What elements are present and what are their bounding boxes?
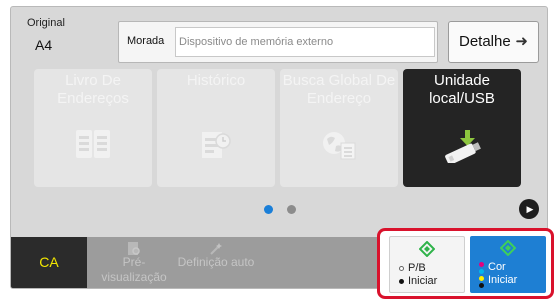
- page-indicator[interactable]: [287, 205, 296, 214]
- page-indicator-active: [264, 205, 273, 214]
- preview-button: Pré-visualização: [95, 237, 173, 288]
- start-diamond-icon: [419, 241, 435, 257]
- address-label: Morada: [127, 35, 165, 47]
- global-address-search-icon: [323, 132, 356, 160]
- ca-button[interactable]: CA: [11, 237, 87, 288]
- white-marker-icon: [399, 266, 404, 271]
- original-size-value: A4: [35, 37, 53, 53]
- history-icon: [202, 132, 231, 158]
- preview-label: Pré-visualização: [101, 255, 167, 284]
- color-label: Cor: [488, 261, 506, 273]
- color-start-button[interactable]: Cor Iniciar: [470, 236, 546, 293]
- cyan-marker-icon: [479, 269, 484, 274]
- address-book-icon: [76, 130, 110, 158]
- auto-set-button: Definição auto: [177, 237, 255, 288]
- tile-history-label: Histórico: [186, 72, 246, 89]
- black-marker-icon: [479, 283, 484, 288]
- tile-global-address-search-label: Busca Global De Endereço: [282, 72, 396, 107]
- tile-address-book: Livro De Endereços: [34, 69, 152, 187]
- tile-history: Histórico: [157, 69, 275, 187]
- start-diamond-icon: [500, 240, 516, 256]
- detail-button[interactable]: Detalhe ➜: [448, 21, 539, 63]
- start-buttons-highlight: P/B Iniciar Cor Iniciar: [377, 228, 554, 299]
- usb-drive-icon: [445, 130, 481, 163]
- bw-start-button[interactable]: P/B Iniciar: [389, 236, 465, 293]
- color-start-label: Iniciar: [488, 274, 518, 286]
- original-size-button[interactable]: Original A4: [21, 15, 101, 55]
- original-label: Original: [27, 17, 65, 29]
- auto-set-label: Definição auto: [177, 255, 255, 269]
- detail-button-label: Detalhe: [459, 33, 511, 50]
- magenta-marker-icon: [479, 262, 484, 267]
- tile-address-book-label: Livro De Endereços: [57, 72, 129, 107]
- address-input[interactable]: Dispositivo de memória externo: [175, 27, 435, 57]
- yellow-marker-icon: [479, 276, 484, 281]
- tile-local-usb[interactable]: Unidade local/USB: [403, 69, 521, 187]
- next-page-button[interactable]: ▶: [519, 199, 539, 219]
- bw-start-label: Iniciar: [408, 275, 438, 287]
- bw-label: P/B: [408, 262, 426, 274]
- tile-local-usb-label: Unidade local/USB: [429, 72, 495, 107]
- address-field: Morada Dispositivo de memória externo: [118, 21, 438, 63]
- arrow-right-icon: ➜: [515, 33, 528, 50]
- tile-global-address-search: Busca Global De Endereço: [280, 69, 398, 187]
- black-marker-icon: [399, 279, 404, 284]
